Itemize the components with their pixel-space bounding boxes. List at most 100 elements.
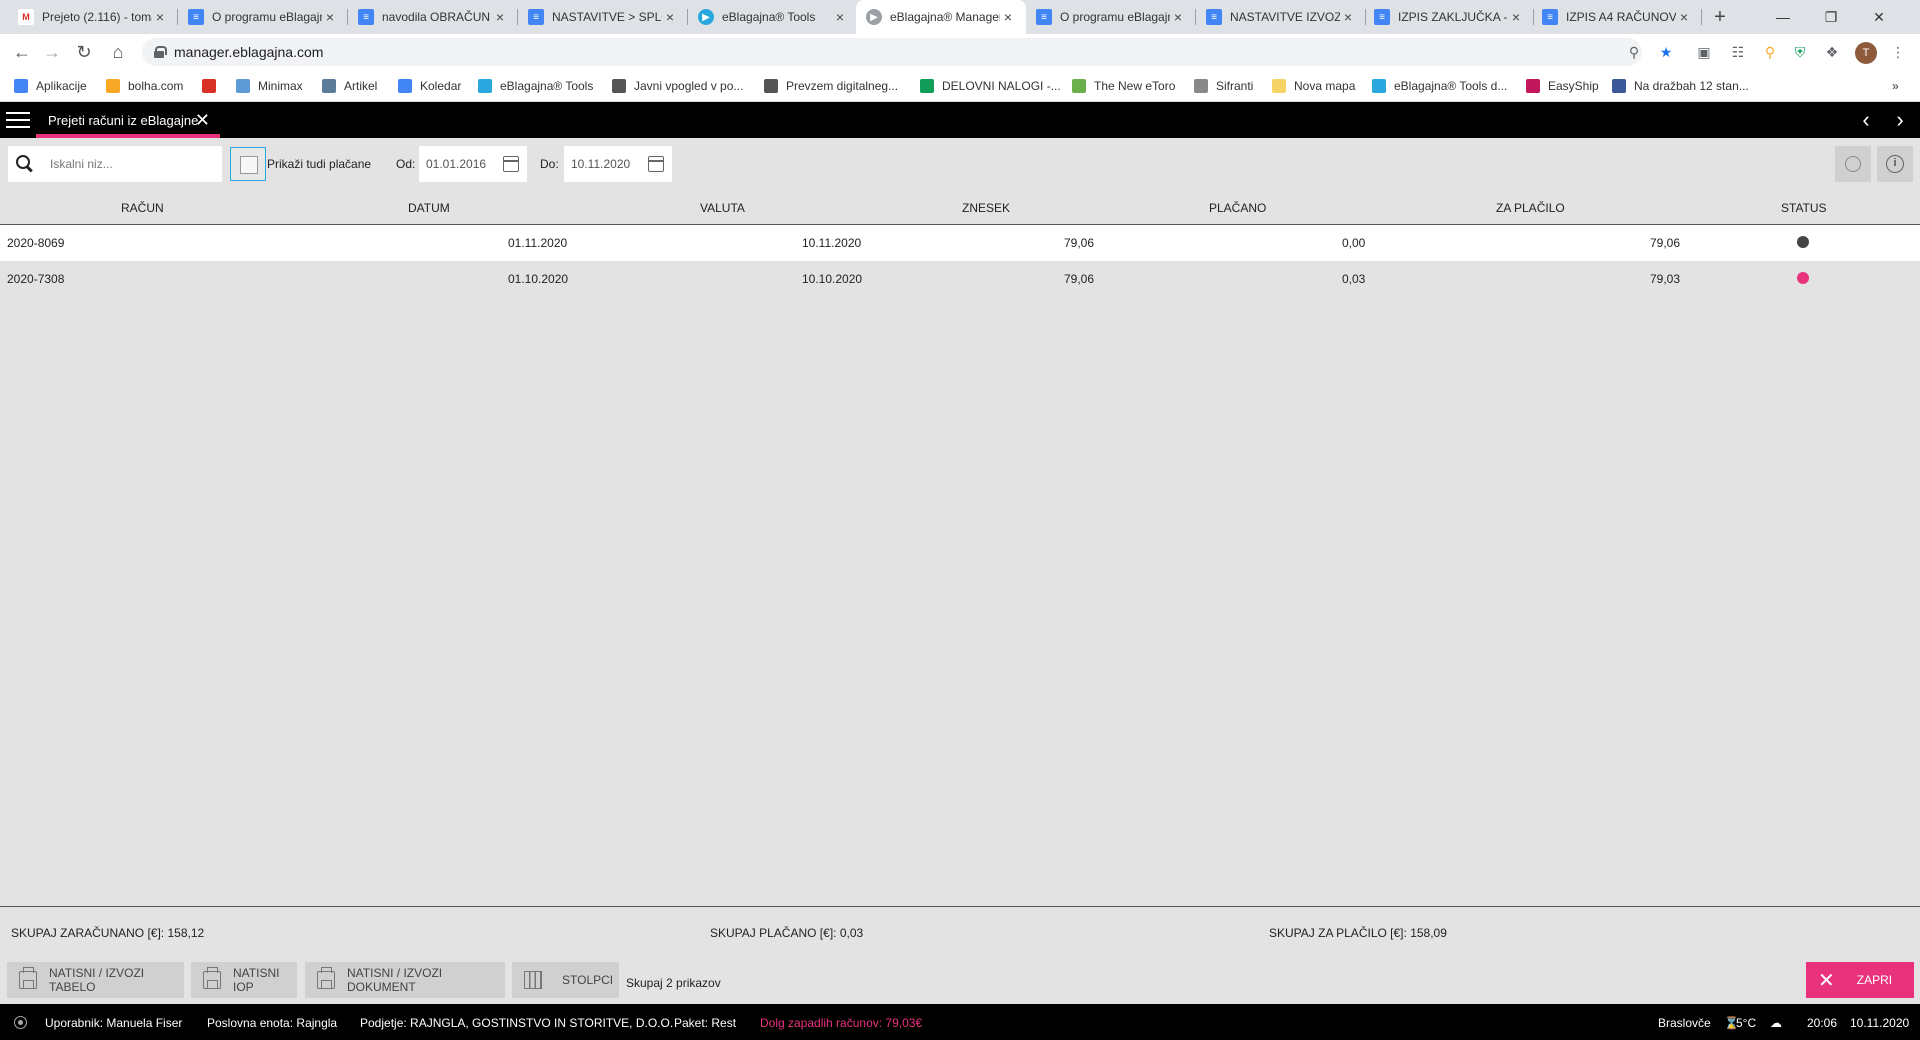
total-charged: SKUPAJ ZARAČUNANO [€]: 158,12 — [11, 926, 204, 940]
browser-tab-title: Prejeto (2.116) - tomaz — [42, 10, 152, 24]
calendar-icon[interactable] — [648, 156, 664, 172]
bookmark-item[interactable]: Na dražbah 12 stan... — [1612, 70, 1749, 102]
print-document-button[interactable]: NATISNI / IZVOZI DOKUMENT — [305, 962, 505, 998]
close-tab-icon[interactable]: × — [1508, 9, 1524, 25]
close-button[interactable]: ✕ ZAPRI — [1806, 962, 1914, 998]
extension-key-icon[interactable]: ⚲ — [1760, 42, 1780, 62]
browser-tab[interactable]: M Prejeto (2.116) - tomaz × — [8, 0, 178, 34]
to-date-field[interactable]: 10.11.2020 — [564, 146, 672, 182]
bookmark-item[interactable]: EasyShip — [1526, 70, 1599, 102]
tab-prejeti-racuni[interactable]: Prejeti računi iz eBlagajne ✕ — [36, 106, 220, 138]
table-row[interactable]: 2020-8069 01.11.2020 10.11.2020 79,06 0,… — [0, 225, 1920, 261]
chevron-left-icon[interactable]: ‹ — [1854, 108, 1878, 132]
browser-tab[interactable]: ≡ IZPIS A4 RAČUNOV × — [1532, 0, 1702, 34]
browser-tab-title: O programu eBlagajna — [212, 10, 322, 24]
bookmark-item[interactable]: The New eToro — [1072, 70, 1175, 102]
bookmark-item[interactable]: Prevzem digitalneg... — [764, 70, 898, 102]
reload-icon[interactable]: ↻ — [70, 38, 98, 66]
column-header-status[interactable]: STATUS — [1781, 201, 1827, 215]
status-date: 10.11.2020 — [1850, 1016, 1910, 1030]
bookmark-item[interactable]: Sifranti — [1194, 70, 1253, 102]
bookmark-item[interactable]: Artikel — [322, 70, 377, 102]
browser-tab[interactable]: ≡ navodila OBRAČUN × — [348, 0, 518, 34]
bookmark-item[interactable]: Koledar — [398, 70, 461, 102]
key-icon[interactable]: ⚲ — [1624, 42, 1644, 62]
search-input[interactable] — [50, 157, 210, 171]
close-tab-icon[interactable]: × — [1676, 9, 1692, 25]
column-header-znesek[interactable]: ZNESEK — [962, 201, 1010, 215]
close-tab-icon[interactable]: × — [1000, 9, 1016, 25]
browser-tab-strip: M Prejeto (2.116) - tomaz × ≡ O programu eBl… — [0, 0, 1920, 34]
table-row[interactable]: 2020-7308 01.10.2020 10.10.2020 79,06 0,… — [0, 261, 1920, 297]
browser-tab[interactable]: ≡ NASTAVITVE > SPLOŠNO× — [518, 0, 688, 34]
columns-button[interactable]: STOLPCI — [512, 962, 619, 998]
new-tab-button[interactable]: + — [1706, 3, 1734, 31]
bookmark-item[interactable]: eBlagajna® Tools d... — [1372, 70, 1507, 102]
calendar-icon[interactable] — [503, 156, 519, 172]
address-bar[interactable]: manager.eblagajna.com — [142, 38, 1642, 66]
puzzle-icon[interactable]: ❖ — [1822, 42, 1842, 62]
more-bookmarks-icon[interactable]: » — [1892, 70, 1899, 102]
browser-tab[interactable]: ≡ O programu eBlagajna × — [1026, 0, 1196, 34]
close-tab-icon[interactable]: × — [1340, 9, 1356, 25]
bookmark-item[interactable]: Aplikacije — [14, 70, 87, 102]
cell-datum: 01.11.2020 — [508, 236, 568, 250]
filter-bar: Prikaži tudi plačane Od: 01.01.2016 Do: … — [0, 138, 1920, 190]
from-date-field[interactable]: 01.01.2016 — [419, 146, 527, 182]
close-tab-icon[interactable]: × — [152, 9, 168, 25]
bookmark-item[interactable]: Javni vpogled v po... — [612, 70, 743, 102]
docs-icon: ≡ — [188, 9, 204, 25]
forward-arrow-icon[interactable]: → — [38, 38, 66, 66]
bookmark-item[interactable] — [202, 70, 224, 102]
browser-tab[interactable]: ≡ NASTAVITVE IZVOZI × — [1196, 0, 1366, 34]
close-tab-icon[interactable]: × — [492, 9, 508, 25]
print-iop-button[interactable]: NATISNI IOP — [191, 962, 297, 998]
hamburger-menu-icon[interactable] — [6, 112, 30, 128]
close-tab-icon[interactable]: × — [322, 9, 338, 25]
profile-avatar[interactable]: T — [1855, 42, 1877, 64]
close-tab-icon[interactable]: × — [832, 9, 848, 25]
bookmark-item[interactable]: Minimax — [236, 70, 303, 102]
column-header-datum[interactable]: DATUM — [408, 201, 450, 215]
info-button[interactable]: i — [1877, 146, 1913, 182]
close-tab-icon[interactable]: ✕ — [195, 110, 210, 131]
browser-tab[interactable]: ▶ eBlagajna® Tools × — [688, 0, 858, 34]
settings-circle-icon[interactable] — [14, 1016, 27, 1029]
bookmark-item[interactable]: Nova mapa — [1272, 70, 1355, 102]
bookmark-label: Prevzem digitalneg... — [786, 79, 899, 93]
bookmark-icon — [106, 79, 120, 93]
browser-tab[interactable]: ≡ IZPIS ZAKLJUČKA - × — [1364, 0, 1534, 34]
window-close-button[interactable]: ✕ — [1856, 0, 1902, 34]
eblagajna-icon: ▶ — [866, 9, 882, 25]
search-box[interactable] — [8, 146, 222, 182]
extension-grid-icon[interactable]: ☷ — [1728, 42, 1748, 62]
home-icon[interactable]: ⌂ — [104, 38, 132, 66]
browser-tab[interactable]: ≡ O programu eBlagajna × — [178, 0, 348, 34]
minimize-button[interactable]: — — [1760, 0, 1806, 34]
bookmark-icon — [14, 79, 28, 93]
refresh-icon — [1845, 156, 1861, 172]
extension-square-icon[interactable]: ▣ — [1694, 42, 1714, 62]
column-header-placano[interactable]: PLAČANO — [1209, 201, 1266, 215]
back-arrow-icon[interactable]: ← — [8, 38, 36, 66]
bookmark-icon — [920, 79, 934, 93]
refresh-button[interactable] — [1835, 146, 1871, 182]
bookmark-item[interactable]: eBlagajna® Tools — [478, 70, 593, 102]
close-tab-icon[interactable]: × — [662, 9, 678, 25]
print-table-button[interactable]: NATISNI / IZVOZI TABELO — [7, 962, 184, 998]
column-header-valuta[interactable]: VALUTA — [700, 201, 745, 215]
bookmark-item[interactable]: bolha.com — [106, 70, 183, 102]
cell-placano: 0,00 — [1342, 236, 1366, 250]
column-header-racun[interactable]: RAČUN — [121, 201, 164, 215]
restore-button[interactable]: ❐ — [1808, 0, 1854, 34]
bookmark-item[interactable]: DELOVNI NALOGI -... — [920, 70, 1061, 102]
close-tab-icon[interactable]: × — [1170, 9, 1186, 25]
chevron-right-icon[interactable]: › — [1888, 108, 1912, 132]
shield-icon[interactable]: ⛨ — [1790, 42, 1810, 62]
menu-dots-icon[interactable]: ⋮ — [1888, 42, 1908, 62]
status-temperature: 5°C — [1736, 1016, 1757, 1030]
show-paid-checkbox[interactable] — [230, 147, 266, 181]
star-icon[interactable]: ★ — [1656, 42, 1676, 62]
browser-tab[interactable]: ▶ eBlagajna® Manager × — [856, 0, 1026, 34]
column-header-za-placilo[interactable]: ZA PLAČILO — [1496, 201, 1565, 215]
